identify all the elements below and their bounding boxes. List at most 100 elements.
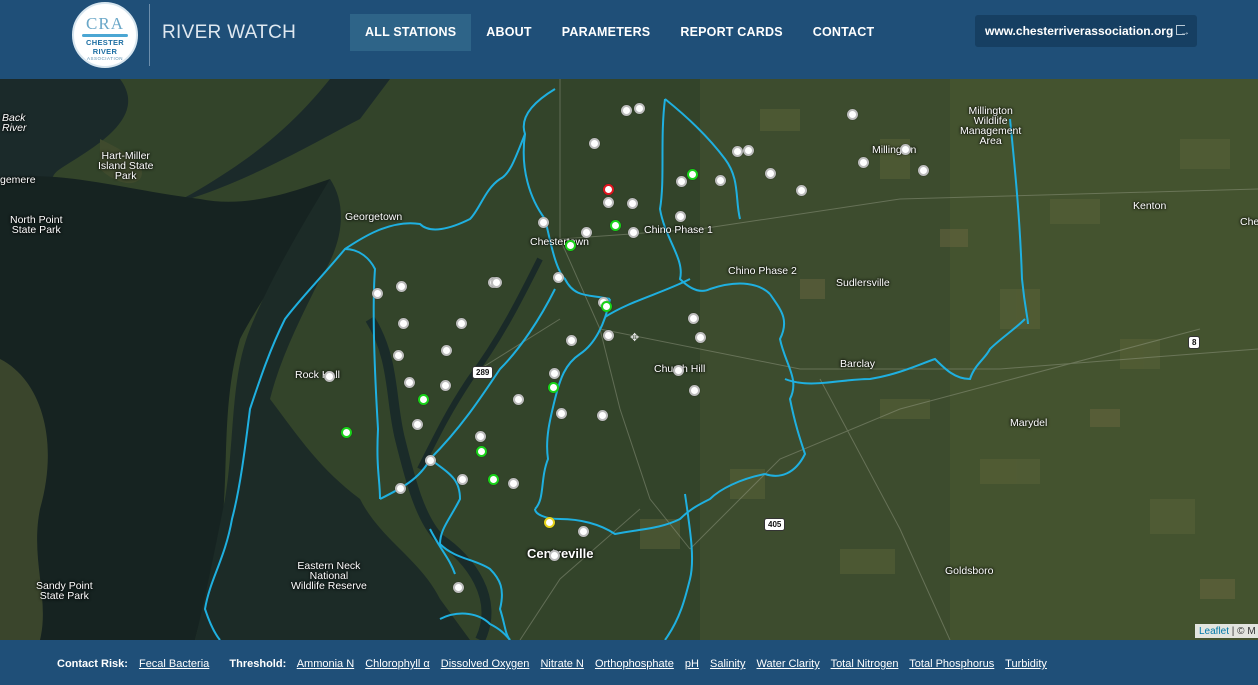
station-marker[interactable] <box>508 478 519 489</box>
external-site-label: www.chesterriverassociation.org <box>985 24 1174 38</box>
nav-all-stations[interactable]: ALL STATIONS <box>350 14 472 51</box>
station-marker[interactable] <box>765 168 776 179</box>
label-goldsboro: Goldsboro <box>945 565 994 577</box>
link-salinity[interactable]: Salinity <box>710 658 745 670</box>
station-marker[interactable] <box>743 145 754 156</box>
station-marker[interactable] <box>688 313 699 324</box>
station-marker[interactable] <box>556 408 567 419</box>
link-water-clarity[interactable]: Water Clarity <box>757 658 820 670</box>
station-marker[interactable] <box>675 211 686 222</box>
station-marker[interactable] <box>628 227 639 238</box>
station-marker[interactable] <box>412 419 423 430</box>
station-marker[interactable] <box>393 350 404 361</box>
station-marker[interactable] <box>488 474 499 485</box>
station-marker[interactable] <box>441 345 452 356</box>
station-marker[interactable] <box>601 301 612 312</box>
map-view[interactable]: Back River Hart-Miller Island State Park ge… <box>0 79 1258 640</box>
station-marker[interactable] <box>858 157 869 168</box>
label-sudlersville: Sudlersville <box>836 277 890 289</box>
logo-name: CHESTER RIVER <box>86 38 124 56</box>
station-marker[interactable] <box>621 105 632 116</box>
station-marker[interactable] <box>715 175 726 186</box>
link-total-phosphorus[interactable]: Total Phosphorus <box>909 658 994 670</box>
label-chestertown: Chestertown <box>530 236 589 248</box>
station-marker[interactable] <box>565 240 576 251</box>
station-marker[interactable] <box>404 377 415 388</box>
map-attribution: Leaflet | © M <box>1195 624 1258 638</box>
station-marker[interactable] <box>900 144 911 155</box>
header-divider <box>149 4 150 66</box>
route-8-shield: 8 <box>1188 336 1201 349</box>
label-hart-miller: Hart-Miller Island State Park <box>98 150 154 182</box>
nav-contact[interactable]: CONTACT <box>798 14 890 51</box>
station-marker[interactable] <box>578 526 589 537</box>
station-marker[interactable] <box>603 197 614 208</box>
nav-about[interactable]: ABOUT <box>471 14 546 51</box>
header-bar: CRA CHESTER RIVER ASSOCIATION RIVER WATC… <box>0 0 1258 79</box>
station-marker[interactable] <box>418 394 429 405</box>
station-marker[interactable] <box>491 277 502 288</box>
station-marker[interactable] <box>475 431 486 442</box>
link-ph[interactable]: pH <box>685 658 699 670</box>
station-marker[interactable] <box>457 474 468 485</box>
station-marker[interactable] <box>603 330 614 341</box>
station-marker[interactable] <box>634 103 645 114</box>
station-marker[interactable] <box>544 517 555 528</box>
station-marker[interactable] <box>566 335 577 346</box>
link-nitrate-n[interactable]: Nitrate N <box>540 658 583 670</box>
station-marker[interactable] <box>453 582 464 593</box>
station-marker[interactable] <box>597 410 608 421</box>
label-edgemere: gemere <box>0 174 36 186</box>
station-marker[interactable] <box>610 220 621 231</box>
station-marker[interactable] <box>548 382 559 393</box>
link-dissolved-oxygen[interactable]: Dissolved Oxygen <box>441 658 530 670</box>
station-marker[interactable] <box>732 146 743 157</box>
leaflet-link[interactable]: Leaflet <box>1199 626 1229 637</box>
link-ammonia-n[interactable]: Ammonia N <box>297 658 354 670</box>
station-marker[interactable] <box>398 318 409 329</box>
nav-parameters[interactable]: PARAMETERS <box>547 14 666 51</box>
station-marker[interactable] <box>627 198 638 209</box>
station-marker[interactable] <box>425 455 436 466</box>
station-marker[interactable] <box>553 272 564 283</box>
station-marker[interactable] <box>372 288 383 299</box>
station-marker[interactable] <box>847 109 858 120</box>
station-marker[interactable] <box>476 446 487 457</box>
route-405-shield: 405 <box>764 518 786 531</box>
station-marker[interactable] <box>549 368 560 379</box>
station-marker[interactable] <box>581 227 592 238</box>
station-marker[interactable] <box>603 184 614 195</box>
station-marker[interactable] <box>341 427 352 438</box>
link-turbidity[interactable]: Turbidity <box>1005 658 1047 670</box>
site-title: RIVER WATCH <box>162 22 297 43</box>
station-marker[interactable] <box>695 332 706 343</box>
external-link-icon <box>1176 17 1190 49</box>
label-centreville: Centreville <box>527 546 594 561</box>
station-marker[interactable] <box>440 380 451 391</box>
contact-risk-label: Contact Risk: <box>57 658 128 670</box>
attribution-rest: | © M <box>1229 626 1256 637</box>
station-marker[interactable] <box>324 371 335 382</box>
station-marker[interactable] <box>396 281 407 292</box>
station-marker[interactable] <box>673 365 684 376</box>
station-marker[interactable] <box>687 169 698 180</box>
station-marker[interactable] <box>538 217 549 228</box>
station-marker[interactable] <box>689 385 700 396</box>
link-fecal-bacteria[interactable]: Fecal Bacteria <box>139 658 209 670</box>
station-marker[interactable] <box>456 318 467 329</box>
link-total-nitrogen[interactable]: Total Nitrogen <box>831 658 899 670</box>
station-marker[interactable] <box>796 185 807 196</box>
nav-report-cards[interactable]: REPORT CARDS <box>665 14 797 51</box>
station-marker[interactable] <box>395 483 406 494</box>
link-chlorophyll-a[interactable]: Chlorophyll α <box>365 658 429 670</box>
logo-abbr: CRA <box>86 14 124 33</box>
link-orthophosphate[interactable]: Orthophosphate <box>595 658 674 670</box>
station-marker[interactable] <box>918 165 929 176</box>
station-marker[interactable] <box>676 176 687 187</box>
cra-logo[interactable]: CRA CHESTER RIVER ASSOCIATION <box>72 2 138 68</box>
external-site-button[interactable]: www.chesterriverassociation.org <box>975 15 1197 49</box>
station-marker[interactable] <box>589 138 600 149</box>
station-marker[interactable] <box>513 394 524 405</box>
map-crosshair-icon: ✥ <box>630 332 640 344</box>
station-marker[interactable] <box>549 550 560 561</box>
